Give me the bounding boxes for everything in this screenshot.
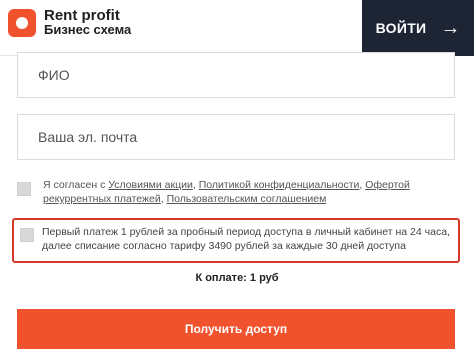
email-field-wrapper [17,114,455,160]
payment-notice-box: Первый платеж 1 рублей за пробный период… [12,218,460,263]
payment-amount: К оплате: 1 руб [195,272,279,284]
user-agreement-link[interactable]: Пользовательским соглашением [167,193,327,205]
payment-notice-checkbox[interactable] [20,228,34,242]
logo-title: Rent profit [44,7,120,24]
login-button[interactable]: ВОЙТИ → [362,0,474,56]
terms-link[interactable]: Условиями акции [108,179,193,191]
email-input[interactable] [18,115,454,159]
agreement-checkbox[interactable] [17,182,31,196]
name-input[interactable] [18,53,454,97]
payment-notice-text: Первый платеж 1 рублей за пробный период… [42,226,450,252]
get-access-button-label: Получить доступ [184,322,288,336]
arrow-right-icon: → [440,17,461,39]
logo-text: Rent profit Бизнес схема [44,7,132,37]
get-access-button[interactable]: Получить доступ [17,309,455,349]
agreement-prefix: Я согласен с [43,179,109,191]
agreement-text: Я согласен с Условиями акции, Политикой … [43,178,455,206]
login-button-label: ВОЙТИ [375,20,427,36]
privacy-policy-link[interactable]: Политикой конфиденциальности [199,179,360,191]
logo-subtitle: Бизнес схема [44,22,132,37]
logo-icon [8,9,36,37]
logo[interactable]: Rent profit Бизнес схема [8,7,132,37]
name-field-wrapper [17,52,455,98]
header-bar: Rent profit Бизнес схема ВОЙТИ → [0,0,474,56]
